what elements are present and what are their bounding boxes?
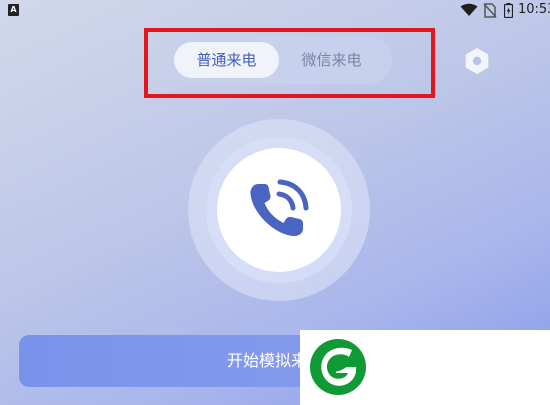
no-sim-icon: [483, 3, 497, 18]
incoming-call-simulator-screen: A 10:53 普通来电 微信来电: [0, 0, 550, 405]
settings-button[interactable]: [458, 42, 496, 80]
annotation-highlight-box: [144, 28, 435, 98]
app-notification-icon: A: [8, 4, 19, 16]
wifi-icon: [460, 3, 478, 16]
watermark-overlay: [300, 330, 550, 405]
call-button[interactable]: [217, 148, 341, 272]
battery-icon: [504, 3, 513, 18]
green-leaf-logo: [310, 339, 366, 395]
status-bar-time: 10:53: [518, 2, 550, 17]
status-bar: A 10:53: [0, 0, 550, 22]
settings-hexagon-icon: [465, 48, 489, 74]
phone-ringing-icon: [250, 179, 309, 237]
